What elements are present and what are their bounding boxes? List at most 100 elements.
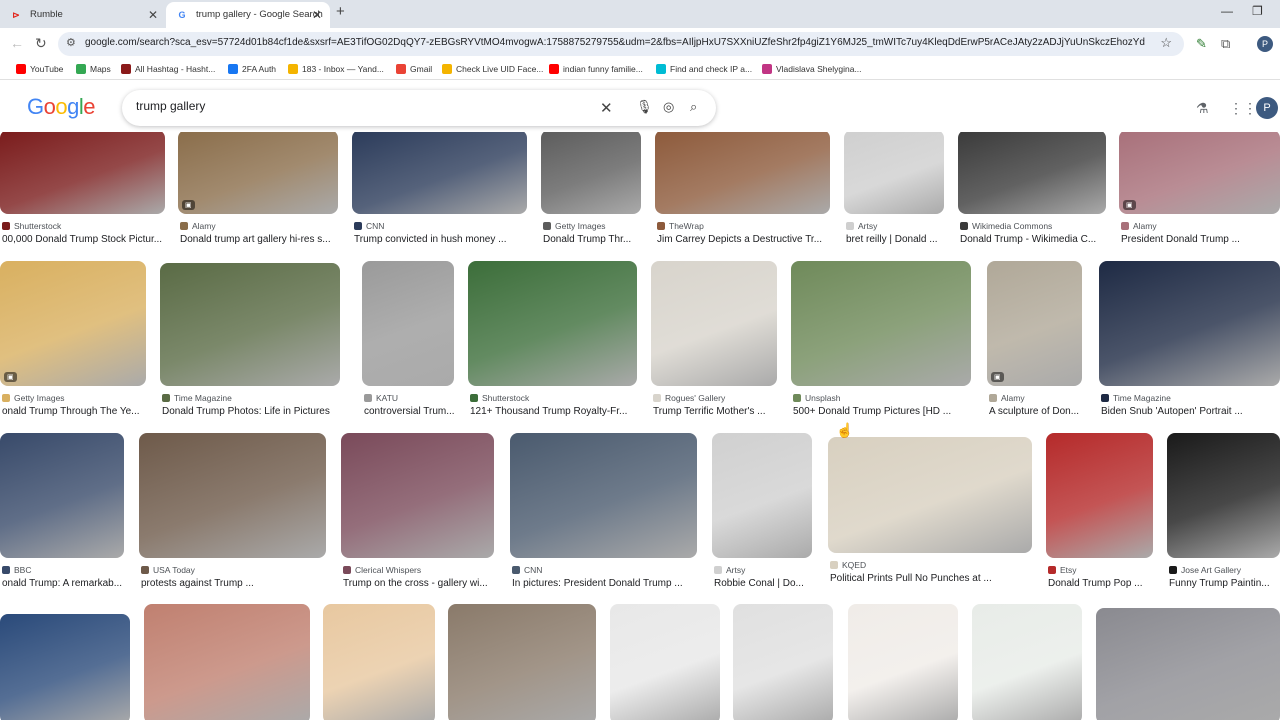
result-title[interactable]: Donald Trump Photos: Life in Pictures xyxy=(162,406,342,417)
result-thumbnail[interactable] xyxy=(655,132,830,214)
result-thumbnail[interactable] xyxy=(1096,608,1280,720)
lens-icon[interactable]: ◎ xyxy=(663,99,674,115)
result-title[interactable]: In pictures: President Donald Trump ... xyxy=(512,578,699,589)
result-thumbnail[interactable] xyxy=(341,433,494,558)
result-thumbnail[interactable] xyxy=(791,261,971,386)
result-thumbnail[interactable] xyxy=(541,132,641,214)
result-source[interactable]: Wikimedia Commons xyxy=(960,221,1052,231)
bookmark-item[interactable]: 183 - Inbox — Yand... xyxy=(288,63,384,75)
extension-icon[interactable]: ✎ xyxy=(1196,36,1207,52)
account-avatar[interactable]: P xyxy=(1256,97,1278,119)
result-title[interactable]: Donald trump art gallery hi-res s... xyxy=(180,234,340,245)
result-thumbnail[interactable] xyxy=(972,604,1082,720)
result-source[interactable]: CNN xyxy=(512,565,542,575)
result-thumbnail[interactable]: ▣ xyxy=(0,261,146,386)
bookmark-item[interactable]: All Hashtag - Hasht... xyxy=(121,63,215,75)
result-title[interactable]: Jim Carrey Depicts a Destructive Tr... xyxy=(657,234,832,245)
result-thumbnail[interactable] xyxy=(0,614,130,720)
result-thumbnail[interactable] xyxy=(160,263,340,386)
result-source[interactable]: Shutterstock xyxy=(2,221,61,231)
result-title[interactable]: Donald Trump Pop ... xyxy=(1048,578,1168,589)
result-title[interactable]: 121+ Thousand Trump Royalty-Fr... xyxy=(470,406,639,417)
result-title[interactable]: A sculpture of Don... xyxy=(989,406,1109,417)
result-thumbnail[interactable] xyxy=(323,604,435,720)
result-thumbnail[interactable] xyxy=(448,604,596,720)
result-source[interactable]: Unsplash xyxy=(793,393,840,403)
tab-google-search[interactable]: G trump gallery - Google Search ✕ xyxy=(166,2,330,28)
result-title[interactable]: 500+ Donald Trump Pictures [HD ... xyxy=(793,406,973,417)
result-thumbnail[interactable] xyxy=(712,433,812,558)
result-title[interactable]: Trump convicted in hush money ... xyxy=(354,234,529,245)
result-title[interactable]: protests against Trump ... xyxy=(141,578,328,589)
result-source[interactable]: CNN xyxy=(354,221,384,231)
extensions-puzzle-icon[interactable]: ⧉ xyxy=(1221,36,1230,52)
result-source[interactable]: Etsy xyxy=(1048,565,1077,575)
result-source[interactable]: Shutterstock xyxy=(470,393,529,403)
bookmark-item[interactable]: Find and check IP a... xyxy=(656,63,752,75)
maximize-icon[interactable]: ❐ xyxy=(1252,4,1263,18)
result-thumbnail[interactable] xyxy=(139,433,326,558)
result-thumbnail[interactable] xyxy=(610,604,720,720)
result-title[interactable]: Trump Terrific Mother's ... xyxy=(653,406,779,417)
bookmark-item[interactable]: Check Live UID Face... xyxy=(442,63,543,75)
result-title[interactable]: Donald Trump - Wikimedia C... xyxy=(960,234,1108,245)
clear-icon[interactable]: ✕ xyxy=(600,99,613,117)
google-logo[interactable]: Google xyxy=(27,94,96,120)
result-thumbnail[interactable] xyxy=(144,604,310,720)
result-source[interactable]: Jose Art Gallery xyxy=(1169,565,1241,575)
result-source[interactable]: Artsy xyxy=(714,565,745,575)
close-icon[interactable]: ✕ xyxy=(312,2,322,28)
result-title[interactable]: Political Prints Pull No Punches at ... xyxy=(830,573,1034,584)
result-source[interactable]: USA Today xyxy=(141,565,195,575)
result-source[interactable]: BBC xyxy=(2,565,31,575)
result-thumbnail[interactable] xyxy=(352,132,527,214)
apps-grid-icon[interactable]: ⋮⋮ xyxy=(1229,100,1257,117)
result-title[interactable]: President Donald Trump ... xyxy=(1121,234,1280,245)
bookmark-star-icon[interactable]: ☆ xyxy=(1160,35,1172,51)
result-source[interactable]: Getty Images xyxy=(543,221,606,231)
result-thumbnail[interactable]: ▣ xyxy=(178,132,338,214)
result-thumbnail[interactable] xyxy=(468,261,637,386)
result-thumbnail[interactable] xyxy=(828,437,1032,553)
result-title[interactable]: Donald Trump Thr... xyxy=(543,234,663,245)
result-title[interactable]: bret reilly | Donald ... xyxy=(846,234,966,245)
reload-icon[interactable]: ↻ xyxy=(35,35,47,52)
result-source[interactable]: KQED xyxy=(830,560,866,570)
search-input[interactable] xyxy=(136,99,576,113)
result-title[interactable]: onald Trump: A remarkab... xyxy=(2,578,126,589)
result-thumbnail[interactable]: ▣ xyxy=(1119,132,1280,214)
browser-profile-avatar[interactable]: P xyxy=(1257,36,1273,52)
search-box[interactable]: ✕ 🎙 ◎ ⌕ xyxy=(122,90,716,126)
tab-rumble[interactable]: ⊳ Rumble ✕ xyxy=(0,2,166,28)
result-source[interactable]: Time Magazine xyxy=(162,393,232,403)
bookmark-item[interactable]: Maps xyxy=(76,63,111,75)
result-source[interactable]: Clerical Whispers xyxy=(343,565,421,575)
back-icon[interactable]: ← xyxy=(10,35,24,51)
minimize-icon[interactable]: — xyxy=(1221,4,1233,18)
result-thumbnail[interactable] xyxy=(844,132,944,214)
result-title[interactable]: controversial Trum... xyxy=(364,406,484,417)
result-source[interactable]: Alamy xyxy=(1121,221,1157,231)
bookmark-item[interactable]: YouTube xyxy=(16,63,63,75)
result-title[interactable]: 00,000 Donald Trump Stock Pictur... xyxy=(2,234,167,245)
result-thumbnail[interactable] xyxy=(1167,433,1280,558)
result-title[interactable]: onald Trump Through The Ye... xyxy=(2,406,148,417)
result-source[interactable]: Alamy xyxy=(180,221,216,231)
result-thumbnail[interactable] xyxy=(958,132,1106,214)
mic-icon[interactable]: 🎙 xyxy=(636,99,653,115)
result-source[interactable]: Artsy xyxy=(846,221,877,231)
result-title[interactable]: Trump on the cross - gallery wi... xyxy=(343,578,496,589)
result-source[interactable]: Getty Images xyxy=(2,393,65,403)
result-title[interactable]: Funny Trump Paintin... xyxy=(1169,578,1280,589)
result-thumbnail[interactable] xyxy=(362,261,454,386)
result-thumbnail[interactable] xyxy=(733,604,833,720)
result-thumbnail[interactable] xyxy=(1046,433,1153,558)
result-thumbnail[interactable] xyxy=(510,433,697,558)
close-icon[interactable]: ✕ xyxy=(148,2,158,28)
bookmark-item[interactable]: indian funny familie... xyxy=(549,63,643,75)
address-bar[interactable]: ⚙ google.com/search?sca_esv=57724d01b84c… xyxy=(58,32,1184,56)
result-title[interactable]: Robbie Conal | Do... xyxy=(714,578,834,589)
result-thumbnail[interactable] xyxy=(651,261,777,386)
result-thumbnail[interactable] xyxy=(0,132,165,214)
result-source[interactable]: Time Magazine xyxy=(1101,393,1171,403)
